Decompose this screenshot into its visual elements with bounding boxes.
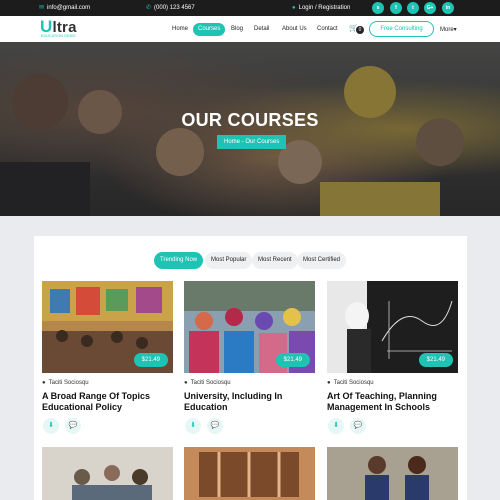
course-card[interactable]: $21.49 ● Taciti Sociosqu Art Of Teaching,… xyxy=(327,281,458,434)
course-title[interactable]: Art Of Teaching, Planning Management In … xyxy=(327,391,458,413)
login-link[interactable]: ● Login / Registration xyxy=(292,0,350,16)
course-author: ● Taciti Sociosqu xyxy=(42,380,89,386)
free-consulting-button[interactable]: Free Consulting xyxy=(369,21,434,37)
user-icon: ● xyxy=(184,380,188,386)
course-image[interactable]: $21.49 xyxy=(327,281,458,373)
twitter-icon[interactable]: t xyxy=(407,2,419,14)
cart-count-badge: 0 xyxy=(356,26,364,34)
tab-most-certified[interactable]: Most Certified xyxy=(297,252,347,269)
course-title[interactable]: A Broad Range Of Topics Educational Poli… xyxy=(42,391,173,413)
top-bar: ✉ info@gmail.com ✆ (000) 123 4567 ● Logi… xyxy=(0,0,500,16)
author-name: Taciti Sociosqu xyxy=(190,380,231,386)
hero-banner: OUR COURSES Home - Our Courses xyxy=(0,42,500,216)
main-navbar: Ultra EDUCATION DEMO Home Courses Blog D… xyxy=(0,16,500,42)
email-contact[interactable]: ✉ info@gmail.com xyxy=(39,0,90,16)
course-author: ● Taciti Sociosqu xyxy=(184,380,231,386)
login-text: Login / Registration xyxy=(298,5,351,11)
facebook-icon[interactable]: f xyxy=(390,2,402,14)
course-card[interactable] xyxy=(42,447,173,500)
tab-most-popular[interactable]: Most Popular xyxy=(205,252,253,269)
more-menu[interactable]: More▾ xyxy=(440,26,457,33)
email-text: info@gmail.com xyxy=(47,5,91,11)
site-logo[interactable]: Ultra EDUCATION DEMO xyxy=(40,17,77,38)
phone-contact[interactable]: ✆ (000) 123 4567 xyxy=(146,0,195,16)
tab-trending-now[interactable]: Trending Now xyxy=(154,252,204,269)
price-badge: $21.49 xyxy=(275,353,310,367)
author-name: Taciti Sociosqu xyxy=(333,380,374,386)
skype-icon[interactable]: s xyxy=(372,2,384,14)
nav-blog[interactable]: Blog xyxy=(231,23,243,36)
price-badge: $21.49 xyxy=(418,353,453,367)
breadcrumb[interactable]: Home - Our Courses xyxy=(217,135,287,149)
phone-icon: ✆ xyxy=(146,5,152,11)
author-name: Taciti Sociosqu xyxy=(48,380,89,386)
nav-courses[interactable]: Courses xyxy=(193,23,226,36)
course-card[interactable]: $21.49 ● Taciti Sociosqu University, Incl… xyxy=(184,281,315,434)
download-icon[interactable]: ⬇ xyxy=(328,418,344,434)
nav-home[interactable]: Home xyxy=(172,23,188,36)
mail-icon: ✉ xyxy=(39,5,45,11)
course-author: ● Taciti Sociosqu xyxy=(327,380,374,386)
nav-detail[interactable]: Detail xyxy=(254,23,269,36)
course-title[interactable]: University, Including In Education xyxy=(184,391,315,413)
comment-icon[interactable]: 💬 xyxy=(65,418,81,434)
course-image[interactable]: $21.49 xyxy=(184,281,315,373)
download-icon[interactable]: ⬇ xyxy=(43,418,59,434)
course-image xyxy=(42,447,173,500)
user-icon: ● xyxy=(292,5,296,11)
course-card[interactable] xyxy=(184,447,315,500)
course-image[interactable]: $21.49 xyxy=(42,281,173,373)
phone-text: (000) 123 4567 xyxy=(154,5,195,11)
nav-contact[interactable]: Contact xyxy=(317,23,338,36)
user-icon: ● xyxy=(42,380,46,386)
tab-most-recent[interactable]: Most Recent xyxy=(252,252,298,269)
price-badge: $21.49 xyxy=(133,353,168,367)
google-plus-icon[interactable]: G+ xyxy=(424,2,436,14)
download-icon[interactable]: ⬇ xyxy=(185,418,201,434)
logo-tagline: EDUCATION DEMO xyxy=(41,34,76,38)
comment-icon[interactable]: 💬 xyxy=(350,418,366,434)
course-image xyxy=(184,447,315,500)
page-title: OUR COURSES xyxy=(181,110,319,130)
comment-icon[interactable]: 💬 xyxy=(207,418,223,434)
linkedin-icon[interactable]: in xyxy=(442,2,454,14)
course-card[interactable] xyxy=(327,447,458,500)
nav-about-us[interactable]: About Us xyxy=(282,23,307,36)
course-card[interactable]: $21.49 ● Taciti Sociosqu A Broad Range Of… xyxy=(42,281,173,434)
course-image xyxy=(327,447,458,500)
user-icon: ● xyxy=(327,380,331,386)
